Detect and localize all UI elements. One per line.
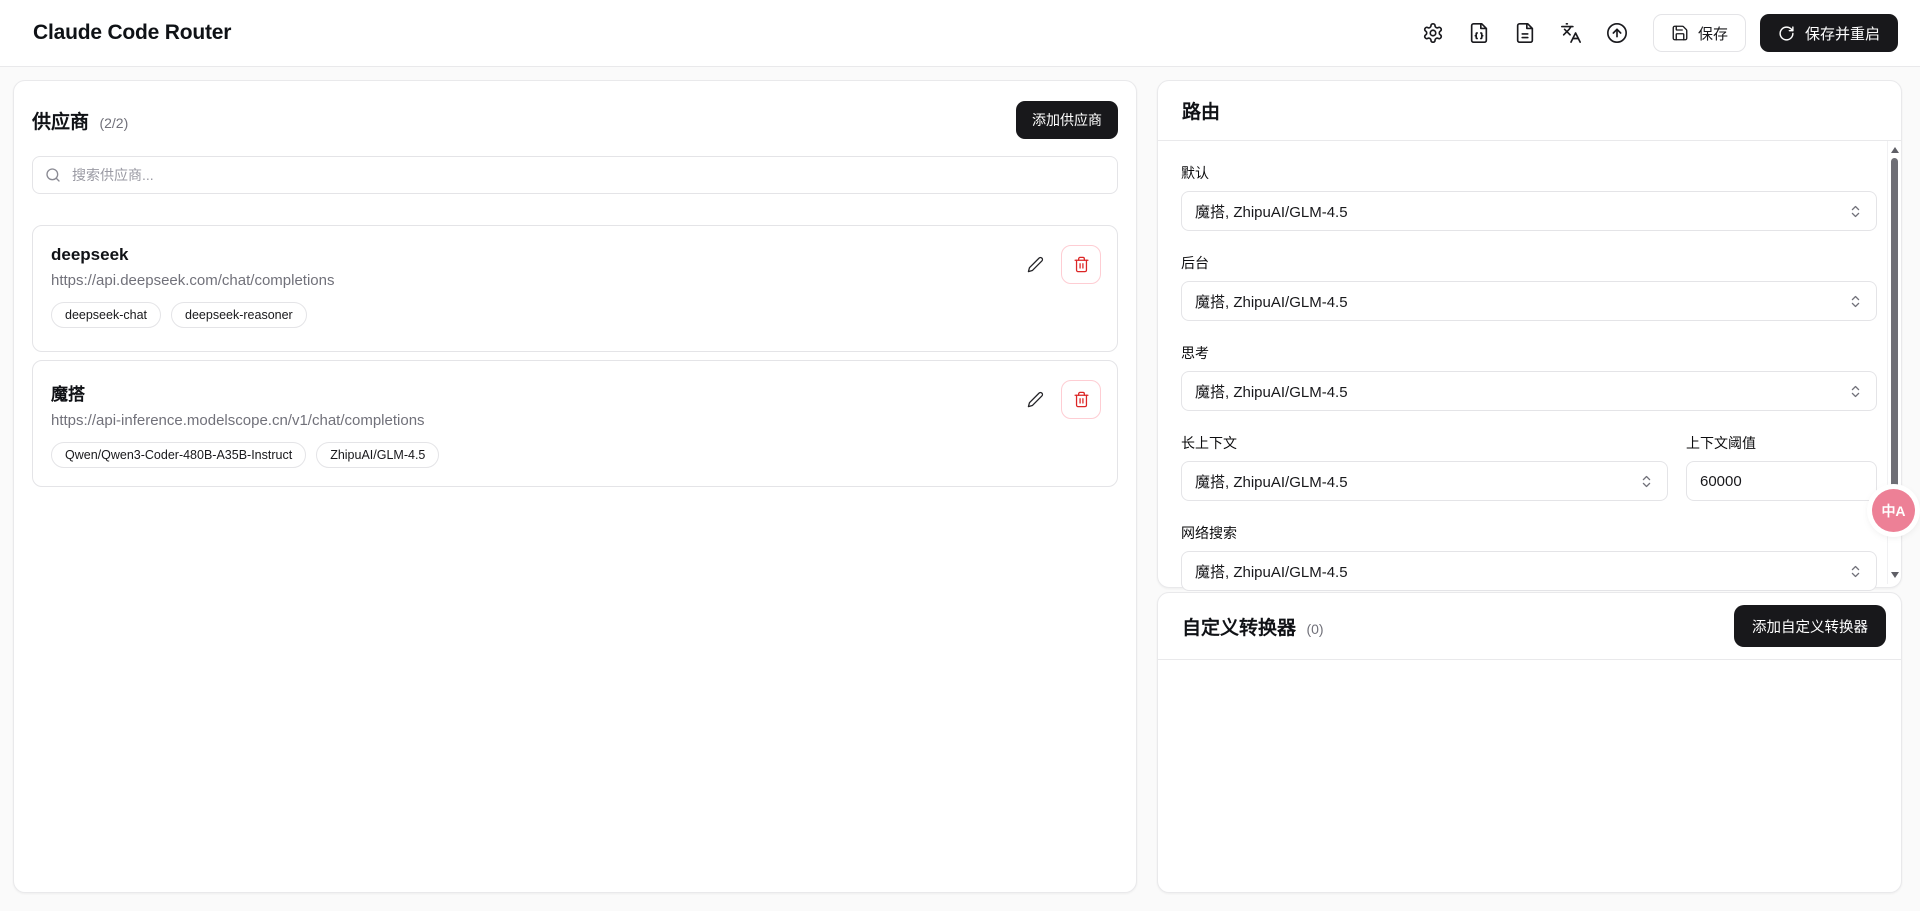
update-button[interactable]	[1597, 13, 1637, 53]
app-header: Claude Code Router 保存 保存并重启	[0, 0, 1920, 67]
add-provider-button[interactable]: 添加供应商	[1016, 101, 1118, 139]
router-panel-head: 路由	[1158, 81, 1901, 141]
search-icon	[46, 168, 60, 182]
router-body: 默认 魔搭, ZhipuAI/GLM-4.5 后台 魔搭, ZhipuAI/GL…	[1158, 141, 1901, 591]
chevrons-up-down-icon	[1642, 475, 1651, 487]
transformers-count: (0)	[1306, 620, 1324, 637]
field-label: 后台	[1181, 255, 1209, 271]
header-actions: 保存 保存并重启	[1413, 13, 1898, 53]
router-title: 路由	[1182, 102, 1221, 123]
transformers-title: 自定义转换器	[1182, 617, 1297, 639]
provider-actions	[1018, 245, 1101, 284]
context-threshold-input[interactable]	[1686, 461, 1877, 501]
save-restart-button[interactable]: 保存并重启	[1759, 14, 1898, 52]
log-button[interactable]	[1505, 13, 1545, 53]
router-think-select[interactable]: 魔搭, ZhipuAI/GLM-4.5	[1181, 371, 1877, 411]
translate-fab-label: 中A	[1881, 502, 1906, 519]
arrow-up-circle-icon	[1606, 23, 1627, 43]
model-tag: Qwen/Qwen3-Coder-480B-A35B-Instruct	[51, 442, 307, 468]
router-background-select[interactable]: 魔搭, ZhipuAI/GLM-4.5	[1181, 281, 1877, 321]
settings-button[interactable]	[1413, 13, 1453, 53]
providers-heading: 供应商 (2/2)	[32, 107, 128, 134]
gear-icon	[1423, 23, 1443, 43]
router-panel: 路由 默认 魔搭, ZhipuAI/GLM-4.5 后台 魔搭, ZhipuAI…	[1157, 80, 1902, 591]
router-field-web-search: 网络搜索 魔搭, ZhipuAI/GLM-4.5	[1181, 523, 1877, 591]
provider-card: deepseek https://api.deepseek.com/chat/c…	[32, 225, 1118, 352]
providers-count: (2/2)	[99, 114, 129, 131]
field-label: 思考	[1181, 345, 1209, 361]
provider-actions	[1018, 380, 1101, 419]
edit-provider-button[interactable]	[1018, 248, 1052, 282]
provider-card: 魔搭 https://api-inference.modelscope.cn/v…	[32, 360, 1118, 487]
provider-model-tags: deepseek-chat deepseek-reasoner	[51, 302, 1099, 328]
provider-search	[32, 156, 1118, 194]
refresh-icon	[1779, 25, 1794, 41]
translate-fab[interactable]: 中A	[1872, 489, 1915, 532]
provider-url: https://api.deepseek.com/chat/completion…	[51, 272, 335, 289]
select-value: 魔搭, ZhipuAI/GLM-4.5	[1195, 563, 1348, 581]
json-file-icon	[1470, 23, 1488, 43]
json-config-button[interactable]	[1459, 13, 1499, 53]
field-label: 长上下文	[1181, 435, 1237, 451]
router-field-default: 默认 魔搭, ZhipuAI/GLM-4.5	[1181, 163, 1877, 231]
translate-icon	[1560, 23, 1581, 43]
transformers-panel-head: 自定义转换器 (0) 添加自定义转换器	[1158, 593, 1901, 660]
chevrons-up-down-icon	[1851, 385, 1860, 397]
trash-icon	[1073, 391, 1089, 408]
transformers-panel: 自定义转换器 (0) 添加自定义转换器	[1157, 592, 1902, 893]
router-web-search-select[interactable]: 魔搭, ZhipuAI/GLM-4.5	[1181, 551, 1877, 591]
save-icon	[1672, 25, 1688, 41]
router-default-select[interactable]: 魔搭, ZhipuAI/GLM-4.5	[1181, 191, 1877, 231]
translate-button[interactable]	[1551, 13, 1591, 53]
provider-model-tags: Qwen/Qwen3-Coder-480B-A35B-Instruct Zhip…	[51, 442, 1099, 468]
select-value: 魔搭, ZhipuAI/GLM-4.5	[1195, 473, 1348, 491]
pencil-icon	[1027, 256, 1043, 273]
scroll-up-arrow-icon[interactable]	[1891, 147, 1899, 153]
select-value: 魔搭, ZhipuAI/GLM-4.5	[1195, 203, 1348, 221]
log-file-icon	[1516, 23, 1534, 43]
delete-provider-button[interactable]	[1061, 245, 1101, 284]
field-label: 网络搜索	[1181, 525, 1237, 541]
model-tag: deepseek-chat	[51, 302, 162, 328]
chevrons-up-down-icon	[1851, 565, 1860, 577]
router-field-threshold: 上下文阈值	[1686, 433, 1877, 501]
router-field-long-context: 长上下文 魔搭, ZhipuAI/GLM-4.5	[1181, 433, 1668, 501]
chevrons-up-down-icon	[1851, 295, 1860, 307]
provider-name: 魔搭	[51, 385, 85, 404]
scroll-down-arrow-icon[interactable]	[1891, 572, 1899, 578]
edit-provider-button[interactable]	[1018, 383, 1052, 417]
search-input[interactable]	[70, 166, 1105, 184]
router-long-context-select[interactable]: 魔搭, ZhipuAI/GLM-4.5	[1181, 461, 1668, 501]
router-field-background: 后台 魔搭, ZhipuAI/GLM-4.5	[1181, 253, 1877, 321]
select-value: 魔搭, ZhipuAI/GLM-4.5	[1195, 293, 1348, 311]
trash-icon	[1073, 256, 1089, 273]
router-field-long-context-row: 长上下文 魔搭, ZhipuAI/GLM-4.5 上下文阈值	[1181, 433, 1877, 501]
save-label: 保存	[1697, 25, 1728, 43]
providers-panel: 供应商 (2/2) 添加供应商 deepseek https://api.dee…	[13, 80, 1137, 893]
delete-provider-button[interactable]	[1061, 380, 1101, 419]
scroll-thumb[interactable]	[1891, 158, 1898, 488]
providers-panel-head: 供应商 (2/2) 添加供应商	[32, 101, 1118, 139]
provider-url: https://api-inference.modelscope.cn/v1/c…	[51, 412, 425, 429]
save-button[interactable]: 保存	[1652, 14, 1746, 52]
router-field-think: 思考 魔搭, ZhipuAI/GLM-4.5	[1181, 343, 1877, 411]
context-threshold-label: 上下文阈值	[1686, 435, 1756, 451]
transformers-heading: 自定义转换器 (0)	[1182, 613, 1324, 640]
page: Claude Code Router 保存 保存并重启 供应商 (2/2) 添加…	[0, 0, 1920, 911]
field-label: 默认	[1181, 165, 1209, 181]
pencil-icon	[1027, 391, 1043, 408]
add-transformer-button[interactable]: 添加自定义转换器	[1734, 605, 1886, 647]
provider-name: deepseek	[51, 245, 129, 264]
providers-title: 供应商	[32, 111, 90, 133]
model-tag: ZhipuAI/GLM-4.5	[316, 442, 440, 468]
chevrons-up-down-icon	[1851, 205, 1860, 217]
app-title: Claude Code Router	[33, 21, 232, 44]
provider-list: deepseek https://api.deepseek.com/chat/c…	[32, 225, 1118, 487]
model-tag: deepseek-reasoner	[171, 302, 307, 328]
select-value: 魔搭, ZhipuAI/GLM-4.5	[1195, 383, 1348, 401]
save-restart-label: 保存并重启	[1804, 25, 1880, 43]
